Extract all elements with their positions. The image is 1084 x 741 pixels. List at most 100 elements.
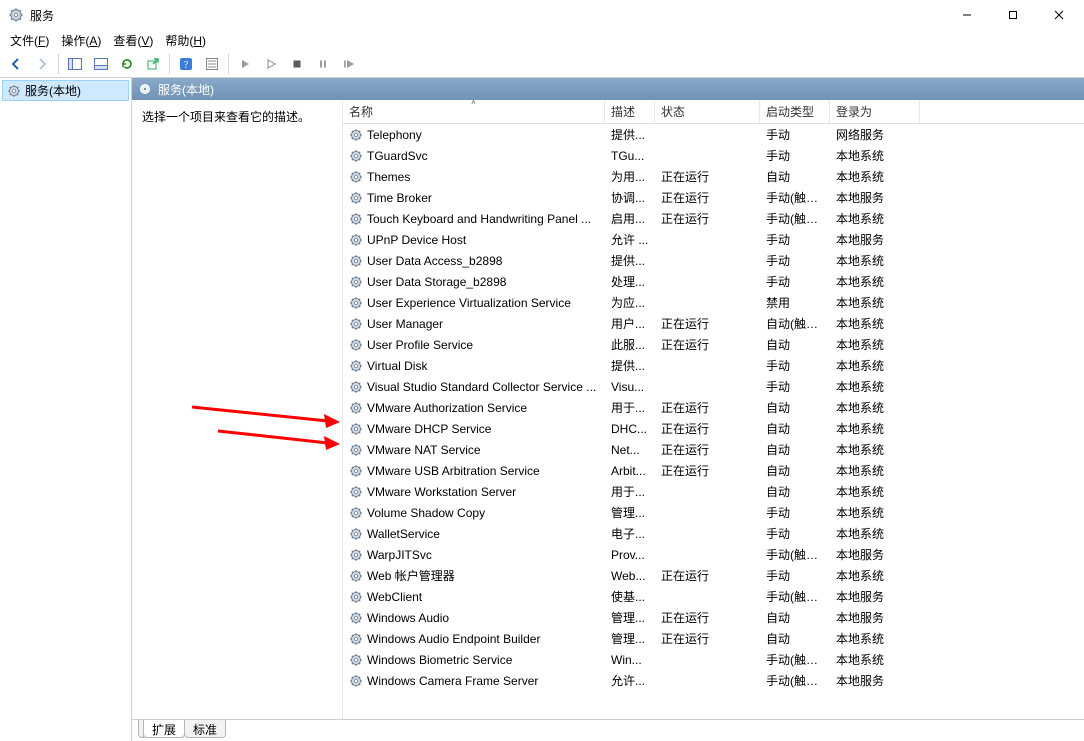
gear-icon (349, 527, 363, 541)
service-startup-cell: 手动 (760, 525, 830, 542)
toolbar-restart-service-button[interactable] (337, 52, 361, 76)
service-startup-cell: 手动 (760, 231, 830, 248)
service-row[interactable]: Volume Shadow Copy管理...手动本地系统 (343, 502, 1084, 523)
menu-file[interactable]: 文件(F) (4, 30, 55, 51)
menu-help[interactable]: 帮助(H) (159, 30, 212, 51)
toolbar-show-hide-console-button[interactable] (89, 52, 113, 76)
service-startup-cell: 手动 (760, 126, 830, 143)
column-header-logon[interactable]: 登录为 (830, 100, 920, 123)
toolbar-back-button[interactable] (4, 52, 28, 76)
service-logon-cell: 网络服务 (830, 126, 920, 143)
service-row[interactable]: Time Broker协调...正在运行手动(触发...本地服务 (343, 187, 1084, 208)
service-desc-cell: 启用... (605, 210, 655, 227)
service-row[interactable]: Windows Audio Endpoint Builder管理...正在运行自… (343, 628, 1084, 649)
tab-extended[interactable]: 扩展 (143, 720, 185, 738)
service-logon-cell: 本地服务 (830, 588, 920, 605)
toolbar-pause-service-button[interactable] (259, 52, 283, 76)
gear-icon (349, 422, 363, 436)
service-name-text: WebClient (367, 590, 422, 604)
service-logon-cell: 本地系统 (830, 252, 920, 269)
toolbar-export-button[interactable] (141, 52, 165, 76)
window-minimize-button[interactable] (944, 0, 990, 30)
tree-node-services-local[interactable]: 服务(本地) (2, 80, 129, 101)
service-row[interactable]: WebClient使基...手动(触发...本地服务 (343, 586, 1084, 607)
service-name-cell: Windows Audio (343, 611, 605, 625)
service-row[interactable]: WarpJITSvcProv...手动(触发...本地服务 (343, 544, 1084, 565)
service-name-cell: WebClient (343, 590, 605, 604)
toolbar-properties-button[interactable] (200, 52, 224, 76)
service-status-cell: 正在运行 (655, 210, 760, 227)
service-logon-cell: 本地系统 (830, 504, 920, 521)
service-row[interactable]: Windows Audio管理...正在运行自动本地服务 (343, 607, 1084, 628)
toolbar-show-hide-tree-button[interactable] (63, 52, 87, 76)
toolbar-stop-service-button[interactable] (285, 52, 309, 76)
toolbar-forward-button[interactable] (30, 52, 54, 76)
toolbar-start-service-button[interactable] (233, 52, 257, 76)
service-name-cell: Windows Audio Endpoint Builder (343, 632, 605, 646)
service-row[interactable]: VMware Workstation Server用于...自动本地系统 (343, 481, 1084, 502)
service-name-cell: WalletService (343, 527, 605, 541)
service-row[interactable]: UPnP Device Host允许 ...手动本地服务 (343, 229, 1084, 250)
service-startup-cell: 手动 (760, 252, 830, 269)
column-header-status[interactable]: 状态 (655, 100, 760, 123)
list-rows[interactable]: Telephony提供...手动网络服务TGuardSvcTGu...手动本地系… (343, 124, 1084, 719)
service-name-cell: Time Broker (343, 191, 605, 205)
service-row[interactable]: VMware NAT ServiceNet...正在运行自动本地系统 (343, 439, 1084, 460)
toolbar-pause2-service-button[interactable] (311, 52, 335, 76)
service-row[interactable]: Visual Studio Standard Collector Service… (343, 376, 1084, 397)
window-maximize-button[interactable] (990, 0, 1036, 30)
gear-icon (349, 653, 363, 667)
service-startup-cell: 自动 (760, 462, 830, 479)
menu-view[interactable]: 查看(V) (107, 30, 159, 51)
service-name-text: TGuardSvc (367, 149, 428, 163)
service-startup-cell: 自动 (760, 168, 830, 185)
service-row[interactable]: WalletService电子...手动本地系统 (343, 523, 1084, 544)
column-header-description[interactable]: 描述 (605, 100, 655, 123)
window-title: 服务 (30, 7, 54, 24)
service-startup-cell: 自动 (760, 441, 830, 458)
tab-standard[interactable]: 标准 (184, 720, 226, 738)
service-row[interactable]: Windows Camera Frame Server允许...手动(触发...… (343, 670, 1084, 691)
service-desc-cell: Visu... (605, 380, 655, 394)
window-close-button[interactable] (1036, 0, 1082, 30)
service-row[interactable]: TGuardSvcTGu...手动本地系统 (343, 145, 1084, 166)
column-header-startup[interactable]: 启动类型 (760, 100, 830, 123)
service-row[interactable]: Themes为用...正在运行自动本地系统 (343, 166, 1084, 187)
service-name-text: Visual Studio Standard Collector Service… (367, 380, 596, 394)
service-name-text: UPnP Device Host (367, 233, 466, 247)
service-row[interactable]: Web 帐户管理器Web...正在运行手动本地系统 (343, 565, 1084, 586)
gear-icon (349, 359, 363, 373)
service-desc-cell: Net... (605, 443, 655, 457)
menu-action[interactable]: 操作(A) (55, 30, 107, 51)
toolbar-help-button[interactable]: ? (174, 52, 198, 76)
service-row[interactable]: User Data Storage_b2898处理...手动本地系统 (343, 271, 1084, 292)
service-row[interactable]: User Profile Service此服...正在运行自动本地系统 (343, 334, 1084, 355)
service-name-text: Touch Keyboard and Handwriting Panel ... (367, 212, 591, 226)
service-desc-cell: 为用... (605, 168, 655, 185)
service-row[interactable]: Windows Biometric ServiceWin...手动(触发...本… (343, 649, 1084, 670)
service-status-cell: 正在运行 (655, 567, 760, 584)
service-name-text: Telephony (367, 128, 422, 142)
service-row[interactable]: Virtual Disk提供...手动本地系统 (343, 355, 1084, 376)
service-name-text: Themes (367, 170, 410, 184)
service-row[interactable]: VMware Authorization Service用于...正在运行自动本… (343, 397, 1084, 418)
service-logon-cell: 本地系统 (830, 336, 920, 353)
column-header-label: 描述 (611, 103, 635, 120)
service-desc-cell: Win... (605, 653, 655, 667)
service-desc-cell: 允许... (605, 672, 655, 689)
service-row[interactable]: User Experience Virtualization Service为应… (343, 292, 1084, 313)
service-startup-cell: 自动 (760, 399, 830, 416)
service-row[interactable]: VMware DHCP ServiceDHC...正在运行自动本地系统 (343, 418, 1084, 439)
service-startup-cell: 自动 (760, 483, 830, 500)
service-name-text: VMware Authorization Service (367, 401, 527, 415)
service-name-text: User Data Storage_b2898 (367, 275, 506, 289)
service-row[interactable]: User Manager用户...正在运行自动(触发...本地系统 (343, 313, 1084, 334)
service-row[interactable]: Touch Keyboard and Handwriting Panel ...… (343, 208, 1084, 229)
column-header-name[interactable]: 名称 ˄ (343, 100, 605, 123)
service-row[interactable]: User Data Access_b2898提供...手动本地系统 (343, 250, 1084, 271)
service-desc-cell: 管理... (605, 609, 655, 626)
service-row[interactable]: Telephony提供...手动网络服务 (343, 124, 1084, 145)
service-name-cell: Web 帐户管理器 (343, 567, 605, 584)
service-row[interactable]: VMware USB Arbitration ServiceArbit...正在… (343, 460, 1084, 481)
toolbar-refresh-button[interactable] (115, 52, 139, 76)
